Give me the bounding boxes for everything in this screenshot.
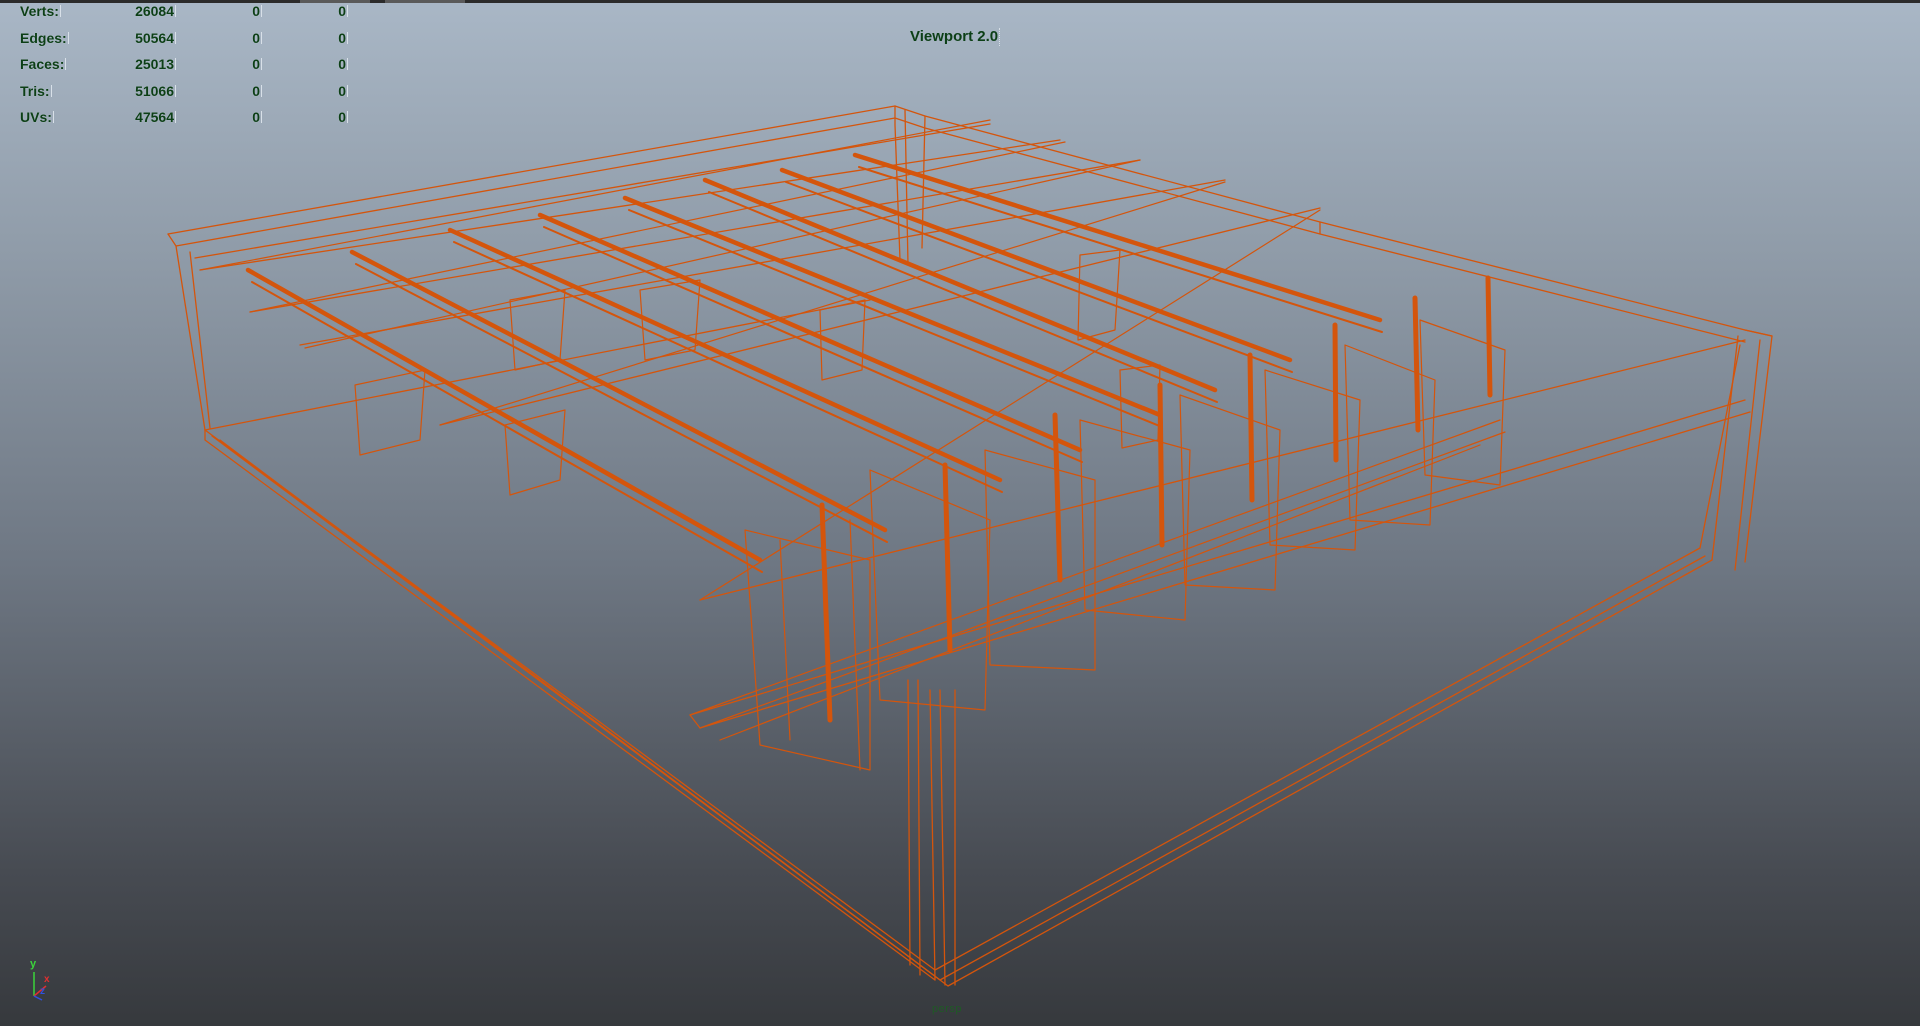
hud-value-component: 0 <box>288 82 348 100</box>
hud-value-total: 47564 <box>116 108 176 126</box>
hud-value-selected: 0 <box>202 108 262 126</box>
hud-label: Faces: <box>20 56 65 72</box>
axis-gizmo: y x z <box>24 956 64 1006</box>
axis-z-label: z <box>40 986 45 997</box>
hud-row: Verts: 26084 0 0 <box>0 2 360 22</box>
hud-value-component: 0 <box>288 29 348 47</box>
hud-value-selected: 0 <box>202 55 262 73</box>
lower-frames <box>199 119 1506 771</box>
hud-value-component: 0 <box>288 2 348 20</box>
hud-value-component: 0 <box>288 108 348 126</box>
hud-row: Faces: 25013 0 0 <box>0 55 360 75</box>
hud-value-selected: 0 <box>202 29 262 47</box>
hud-value-total: 51066 <box>116 82 176 100</box>
hud-row: Edges: 50564 0 0 <box>0 29 360 49</box>
hud-value-selected: 0 <box>202 2 262 20</box>
axis-x-label: x <box>44 974 50 985</box>
hud-label: Edges: <box>20 29 67 46</box>
camera-name-label: persp <box>932 1003 963 1015</box>
hud-value-total: 26084 <box>116 2 176 20</box>
hud-label: Tris: <box>20 82 50 99</box>
hud-value-selected: 0 <box>202 82 262 100</box>
wireframe-model-viewport[interactable] <box>0 0 1920 1026</box>
poly-count-hud: Verts: 26084 0 0 Edges: 50564 0 0 Faces: 25013 0 0 T… <box>0 0 360 130</box>
viewport-title: Viewport 2.0 <box>910 28 1001 46</box>
vertical-posts <box>819 275 1493 723</box>
hud-row: UVs: 47564 0 0 <box>0 108 360 128</box>
hud-value-total: 50564 <box>116 29 176 47</box>
hud-value-total: 25013 <box>116 55 176 73</box>
axis-y-label: y <box>30 958 37 970</box>
hud-row: Tris: 51066 0 0 <box>0 82 360 102</box>
hud-label: Verts: <box>20 3 59 19</box>
hud-label: UVs: <box>20 109 52 125</box>
hud-value-component: 0 <box>288 55 348 73</box>
